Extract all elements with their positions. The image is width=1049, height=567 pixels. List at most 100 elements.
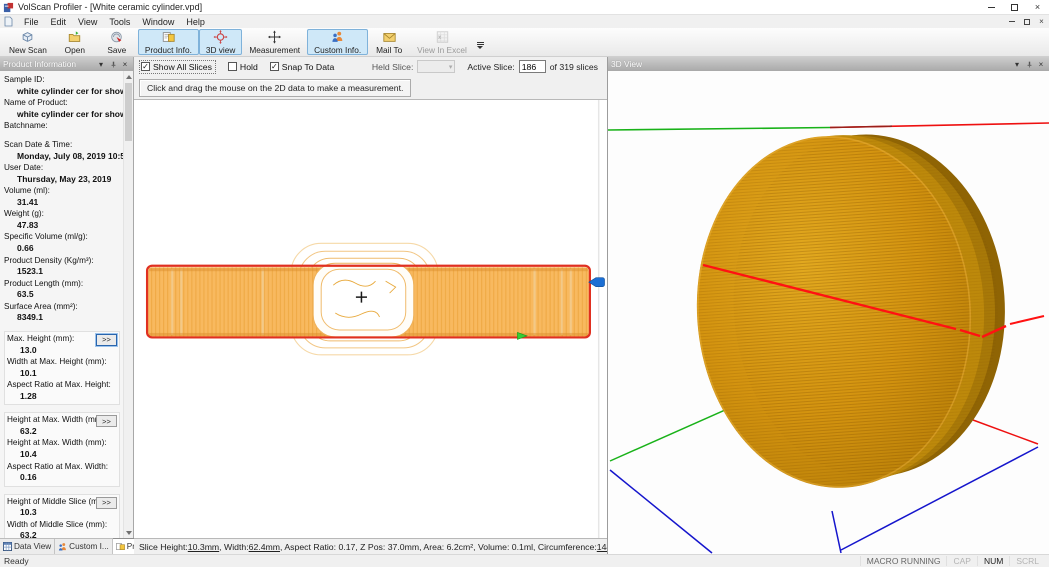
panel-pin-icon[interactable] [1024,59,1034,69]
save-button[interactable]: Save [96,29,138,55]
field-value: Monday, July 08, 2019 10:50:21 [4,151,120,162]
show-all-slices-checkbox[interactable]: ✓ Show All Slices [139,60,216,74]
field-specific-volume: Specific Volume (ml/g): 0.66 [4,232,120,254]
app-icon [3,2,14,13]
menu-tools[interactable]: Tools [103,17,136,27]
window-title: VolScan Profiler - [White ceramic cylind… [18,2,202,12]
field-label: Aspect Ratio at Max. Height: [7,380,117,391]
field-value: 8349.1 [4,312,120,323]
panel-scrollbar[interactable] [123,71,133,538]
slice-slider-handle[interactable] [589,278,605,287]
field-value: 63.2 [7,530,117,538]
expand-button[interactable]: >> [96,334,117,346]
toolbar-overflow-icon[interactable] [474,29,487,55]
panel-pin-icon[interactable] [108,59,118,69]
view-3d-canvas[interactable] [608,71,1049,554]
field-label: Height at Max. Width (mm): [7,438,117,449]
scan-3d-model[interactable] [685,124,1017,497]
menu-window[interactable]: Window [136,17,180,27]
tab-label: Custom I... [69,542,109,551]
menu-file[interactable]: File [18,17,45,27]
view-2d-panel: ✓ Show All Slices Hold ✓ Snap To Data He… [134,57,608,554]
restore-icon[interactable] [1003,0,1026,14]
new-scan-icon [20,30,35,44]
status-ready: Ready [4,556,29,566]
data-view-icon [3,542,12,551]
3d-view-button[interactable]: 3D view [199,29,243,55]
close-icon[interactable]: × [1026,0,1049,14]
dropdown-glyph: ▾ [99,60,103,69]
slice-width-value[interactable]: 62.4mm [249,542,280,552]
field-label: Volume (ml): [4,186,120,197]
field-user-date: User Date: Thursday, May 23, 2019 [4,163,120,185]
field-value: 10.4 [7,449,117,460]
panel-close-icon[interactable]: × [120,59,130,69]
field-width-middle-slice: Width of Middle Slice (mm): 63.2 [7,520,117,538]
field-value: 31.41 [4,197,120,208]
mdi-close-icon[interactable]: × [1034,16,1049,28]
field-volume: Volume (ml): 31.41 [4,186,120,208]
slice-height-value[interactable]: 10.3mm [188,542,219,552]
menu-help[interactable]: Help [180,17,211,27]
tab-data-view[interactable]: Data View [0,539,55,554]
scrollbar-thumb[interactable] [125,83,132,141]
axis-lines-top [608,123,1049,130]
product-info-tab-icon [116,542,125,551]
measurement-button[interactable]: Measurement [242,29,307,55]
check-glyph: ✓ [271,63,278,71]
panel-close-icon[interactable]: × [1036,59,1046,69]
indicator-num: NUM [977,556,1009,566]
expand-button[interactable]: >> [96,415,117,427]
measurement-label: Measurement [249,45,300,55]
field-aspect-max-height: Aspect Ratio at Max. Height: 1.28 [7,380,117,402]
view-2d-controls: ✓ Show All Slices Hold ✓ Snap To Data He… [134,57,607,76]
field-label: Surface Area (mm²): [4,302,120,313]
mdi-restore-icon[interactable] [1019,16,1034,28]
dock-tabs: Data View Custom I... Product I... [0,538,133,554]
menu-edit[interactable]: Edit [45,17,73,27]
scroll-up-icon[interactable] [124,71,133,81]
field-name-of-product: Name of Product: white cylinder cer for … [4,98,120,120]
custom-info-button[interactable]: Custom Info. [307,29,368,55]
field-product-density: Product Density (Kg/m³): 1523.1 [4,256,120,278]
product-information-title-bar: Product Information ▾ × [0,57,133,71]
field-value: 0.16 [7,472,117,483]
field-label: Name of Product: [4,98,120,109]
tab-custom-info[interactable]: Custom I... [55,539,113,554]
expand-button[interactable]: >> [96,497,117,509]
slice-status-text: , Aspect Ratio: 0.17, Z Pos: 37.0mm, Are… [280,542,597,552]
panel-dropdown-icon[interactable]: ▾ [96,59,106,69]
status-bar: Ready MACRO RUNNING CAP NUM SCRL [0,554,1049,567]
slice-status-text: , Width: [219,542,248,552]
open-label: Open [65,45,85,55]
custom-info-label: Custom Info. [314,45,361,55]
close-glyph: × [1035,2,1040,12]
view-2d-canvas[interactable] [134,99,607,539]
indicator-macro-running: MACRO RUNNING [860,556,947,566]
field-value: 13.0 [7,345,117,356]
new-scan-button[interactable]: New Scan [2,29,54,55]
app-window: VolScan Profiler - [White ceramic cylind… [0,0,1049,567]
product-info-button[interactable]: Product Info. [138,29,199,55]
hold-checkbox[interactable]: Hold [228,62,258,72]
active-slice-input[interactable] [519,60,546,73]
check-glyph: ✓ [142,63,149,71]
menu-view[interactable]: View [72,17,103,27]
slice-slider-track[interactable] [598,100,600,538]
mail-to-button[interactable]: Mail To [368,29,410,55]
scroll-down-icon[interactable] [124,528,133,538]
open-button[interactable]: Open [54,29,96,55]
panel-dropdown-icon[interactable]: ▾ [1012,59,1022,69]
field-label: Width of Middle Slice (mm): [7,520,117,531]
slice-circumference-value[interactable]: 144.2mm [597,542,607,552]
toolbar: New Scan Open Save Product Info. 3D view… [0,28,1049,57]
snap-to-data-checkbox[interactable]: ✓ Snap To Data [270,62,334,72]
hold-label: Hold [240,62,258,72]
field-value: white cylinder cer for show vspa [4,109,120,120]
max-height-group: >> Max. Height (mm): 13.0 Width at Max. … [4,331,120,405]
mdi-minimize-icon[interactable] [1004,16,1019,28]
view-in-excel-label: View In Excel [417,45,467,55]
field-label: Aspect Ratio at Max. Width: [7,462,117,473]
minimize-icon[interactable] [980,0,1003,14]
active-slice-label: Active Slice: [467,62,514,72]
